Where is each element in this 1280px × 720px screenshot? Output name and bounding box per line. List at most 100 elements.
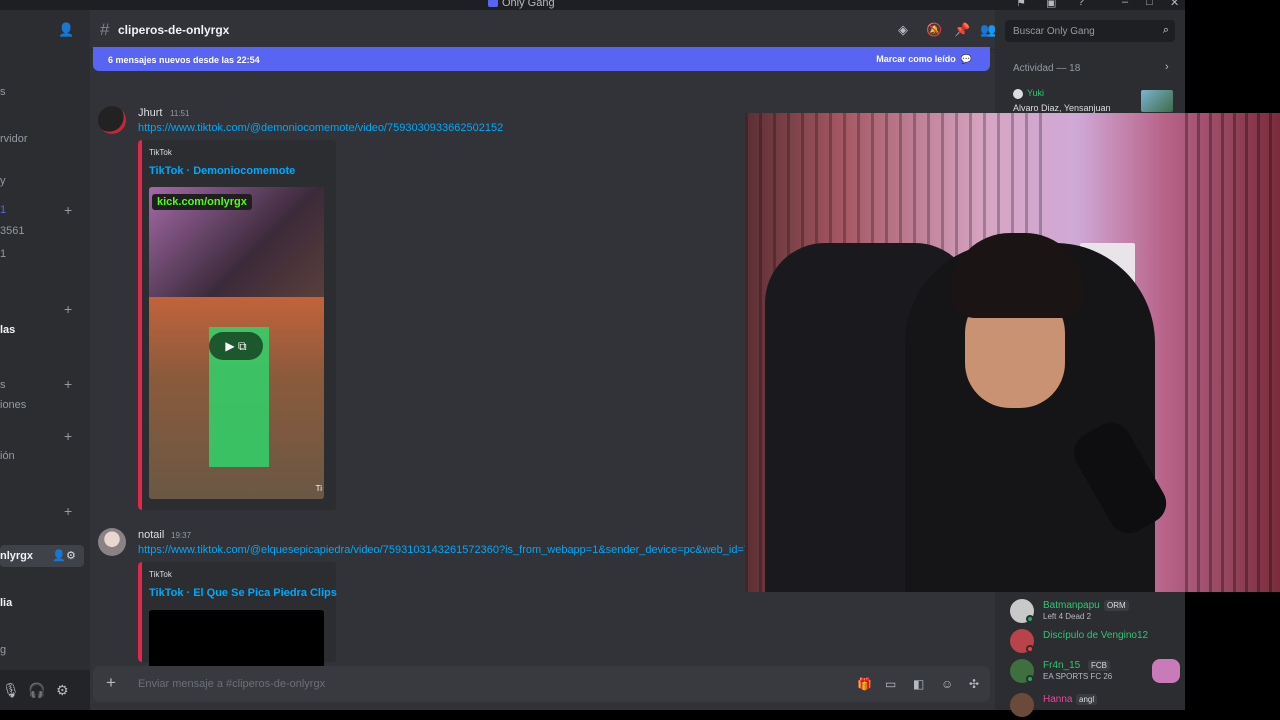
hash-icon: # [100,20,110,39]
user-panel: 🎙 🎧 ⚙ [0,670,90,710]
link-embed: TikTok TikTok · Demoniocomemote kick.com… [138,140,336,510]
sidebar-item[interactable]: g [0,644,6,656]
mute-icon[interactable]: 🔕 [926,22,942,38]
kick-overlay-text: kick.com/onlyrgx [152,194,252,210]
sidebar-item[interactable]: iones [0,399,26,411]
message-input[interactable]: Enviar mensaje a #cliperos-de-onlyrgx [138,678,325,690]
avatar[interactable] [98,528,126,556]
mark-read-icon: 💬 [960,54,972,64]
search-input[interactable]: Buscar Only Gang [1013,26,1095,37]
sidebar-item[interactable]: s [0,379,6,391]
embed-video-thumbnail[interactable]: kick.com/onlyrgx ▶ ⧉ Ti [149,187,324,499]
search-icon: ⌕ [1162,24,1169,36]
window-title: Only Gang [488,0,555,9]
member-item[interactable]: Discípulo de Vengino12 [1010,629,1180,655]
member-activity: EA SPORTS FC 26 [1043,672,1113,681]
window-title-text: Only Gang [502,0,555,9]
member-badge: angl [1076,694,1098,705]
add-channel-icon[interactable]: + [64,301,72,317]
sidebar-item[interactable]: las [0,324,15,336]
add-channel-icon[interactable]: + [64,202,72,218]
embed-video-thumbnail[interactable] [149,610,324,670]
member-item[interactable]: Hanna angl [1010,693,1180,719]
add-channel-icon[interactable]: + [64,503,72,519]
members-icon[interactable]: 👥 [980,22,996,38]
channel-settings-icon[interactable]: ⚙ [66,549,76,562]
online-status-icon [1026,675,1034,683]
message-author[interactable]: Jhurt [138,107,162,119]
channel-name: cliperos-de-onlyrgx [118,23,230,37]
activity-avatar [1013,89,1023,99]
inbox-icon[interactable]: ⚑ [1016,0,1026,9]
avatar[interactable] [98,106,126,134]
sidebar-item-current-channel[interactable]: nlyrgx [0,550,33,562]
apps-icon[interactable]: ✣ [969,677,979,691]
activity-header[interactable]: Actividad — 18 [1013,63,1080,74]
sidebar-item[interactable]: ión [0,450,15,462]
close-icon[interactable]: ✕ [1170,0,1179,9]
help-icon[interactable]: ? [1078,0,1084,8]
tiktok-watermark: Ti [315,484,322,493]
mark-as-read-label: Marcar como leído [876,54,956,64]
message-composer[interactable]: + Enviar mensaje a #cliperos-de-onlyrgx … [93,666,990,702]
activity-thumbnail [1141,90,1173,112]
threads-icon[interactable]: ◈ [898,22,908,38]
member-name: Hanna [1043,694,1073,705]
add-friend-icon[interactable]: 👤 [58,22,74,38]
user-settings-icon[interactable]: ⚙ [56,682,69,699]
message-timestamp: 19:37 [171,531,192,540]
embed-provider: TikTok [149,570,172,579]
microphone-icon[interactable]: 🎙 [2,682,20,699]
sidebar-item[interactable]: lia [0,597,12,609]
title-bar: Only Gang ⚑ ▣ ? – □ ✕ [0,0,1185,10]
message-timestamp: 11:51 [170,109,190,118]
activity-detail: Alvaro Diaz, Yensanjuan [1013,103,1111,113]
play-button[interactable]: ▶ ⧉ [209,332,263,360]
member-badge: ORM [1104,600,1129,611]
search-bar[interactable]: Buscar Only Gang ⌕ [1005,20,1175,42]
embed-provider: TikTok [149,148,172,157]
webcam-overlay [745,113,1280,592]
chevron-right-icon[interactable]: › [1165,61,1169,73]
minimize-icon[interactable]: – [1122,0,1128,8]
embed-title[interactable]: TikTok · El Que Se Pica Piedra Clips [149,587,337,599]
member-name: Fr4n_15 [1043,660,1081,671]
link-embed: TikTok TikTok · El Que Se Pica Piedra Cl… [138,562,337,670]
sticker-icon[interactable]: ◧ [913,677,924,691]
sidebar-item[interactable]: y [0,175,6,187]
emoji-icon[interactable]: ☺ [941,677,953,691]
new-messages-banner[interactable]: 6 mensajes nuevos desde las 22:54 Marcar… [93,47,990,71]
gift-icon[interactable]: 🎁 [857,677,872,691]
sidebar-item[interactable]: 3561 [0,225,24,237]
activity-user: Yuki [1027,88,1045,98]
member-item[interactable]: Fr4n_15 FCB EA SPORTS FC 26 [1010,659,1180,685]
channel-header: # cliperos-de-onlyrgx ◈ 🔕 📌 👥 [90,10,996,50]
wall-slats [1185,113,1280,592]
member-badge: FCB [1088,660,1110,671]
member-activity: Left 4 Dead 2 [1043,612,1092,621]
embed-title[interactable]: TikTok · Demoniocomemote [149,165,295,177]
maximize-icon[interactable]: □ [1146,0,1153,8]
sidebar-item[interactable]: s [0,86,6,98]
member-item[interactable]: Batmanpapu ORM Left 4 Dead 2 [1010,599,1180,625]
message-author[interactable]: notail [138,529,164,541]
notifications-icon[interactable]: ▣ [1046,0,1056,9]
online-status-icon [1026,615,1034,623]
sidebar-item[interactable]: 1 [0,204,6,216]
activity-art [1152,659,1180,683]
avatar [1010,693,1034,717]
pin-icon[interactable]: 📌 [954,22,970,38]
message-link[interactable]: https://www.tiktok.com/@elquesepicapiedr… [138,544,768,556]
invite-icon[interactable]: 👤 [52,549,66,562]
mark-as-read-button[interactable]: Marcar como leído 💬 [876,54,972,65]
member-name: Batmanpapu [1043,600,1100,611]
headphones-icon[interactable]: 🎧 [28,682,45,699]
gif-icon[interactable]: ▭ [885,677,896,691]
sidebar-item[interactable]: 1 [0,248,6,260]
attach-button[interactable]: + [106,673,116,693]
message-link[interactable]: https://www.tiktok.com/@demoniocomemote/… [138,122,503,134]
sidebar-item[interactable]: rvidor [0,133,28,145]
app-logo-icon [488,0,498,8]
add-channel-icon[interactable]: + [64,376,72,392]
add-channel-icon[interactable]: + [64,428,72,444]
